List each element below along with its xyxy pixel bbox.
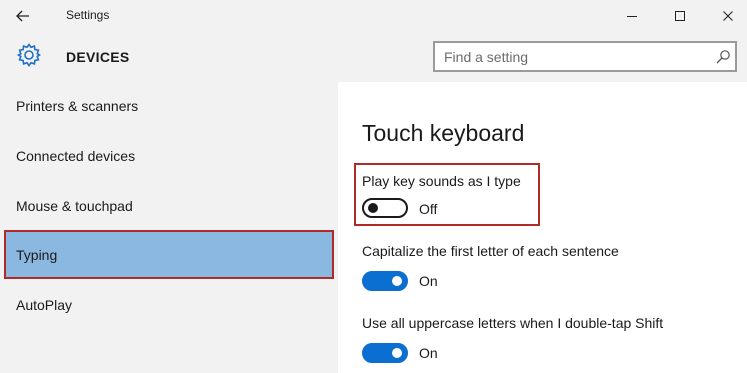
minimize-icon (627, 16, 637, 17)
sidebar-item-printers-scanners[interactable]: Printers & scanners (4, 82, 334, 130)
toggle-state-key-sounds: Off (419, 201, 438, 217)
toggle-state-capitalize: On (419, 273, 438, 289)
search-input[interactable] (435, 43, 705, 70)
setting-label-capitalize: Capitalize the first letter of each sent… (362, 243, 619, 259)
sidebar: DEVICES Printers & scanners Connected de… (0, 32, 338, 373)
toggle-state-uppercase: On (419, 345, 438, 361)
sidebar-item-typing[interactable]: Typing (4, 230, 334, 279)
search-icon[interactable] (715, 49, 731, 65)
maximize-button[interactable] (666, 3, 694, 29)
settings-window: Settings DEVICES Printers & scanners Con… (0, 0, 747, 373)
back-button[interactable] (10, 3, 36, 29)
header-search-area (338, 32, 747, 82)
toggle-key-sounds[interactable] (362, 198, 408, 218)
minimize-button[interactable] (618, 3, 646, 29)
setting-label-uppercase: Use all uppercase letters when I double-… (362, 315, 664, 331)
maximize-icon (675, 11, 685, 21)
setting-label-key-sounds: Play key sounds as I type (362, 173, 521, 189)
sidebar-item-autoplay[interactable]: AutoPlay (4, 281, 334, 329)
page-title: Touch keyboard (362, 120, 525, 146)
window-title: Settings (66, 8, 110, 22)
sidebar-item-mouse-touchpad[interactable]: Mouse & touchpad (4, 182, 334, 230)
toggle-capitalize[interactable] (362, 271, 408, 291)
toggle-uppercase[interactable] (362, 343, 408, 363)
sidebar-item-connected-devices[interactable]: Connected devices (4, 132, 334, 180)
close-icon (723, 11, 733, 21)
search-box (433, 41, 737, 72)
toggle-knob (368, 203, 378, 213)
back-arrow-icon (16, 10, 29, 22)
main-content: Touch keyboard Play key sounds as I type… (338, 82, 747, 373)
section-title: DEVICES (66, 49, 130, 65)
title-bar: Settings (0, 0, 747, 32)
close-button[interactable] (714, 3, 742, 29)
toggle-knob (392, 348, 402, 358)
toggle-knob (392, 276, 402, 286)
gear-icon (16, 43, 42, 67)
